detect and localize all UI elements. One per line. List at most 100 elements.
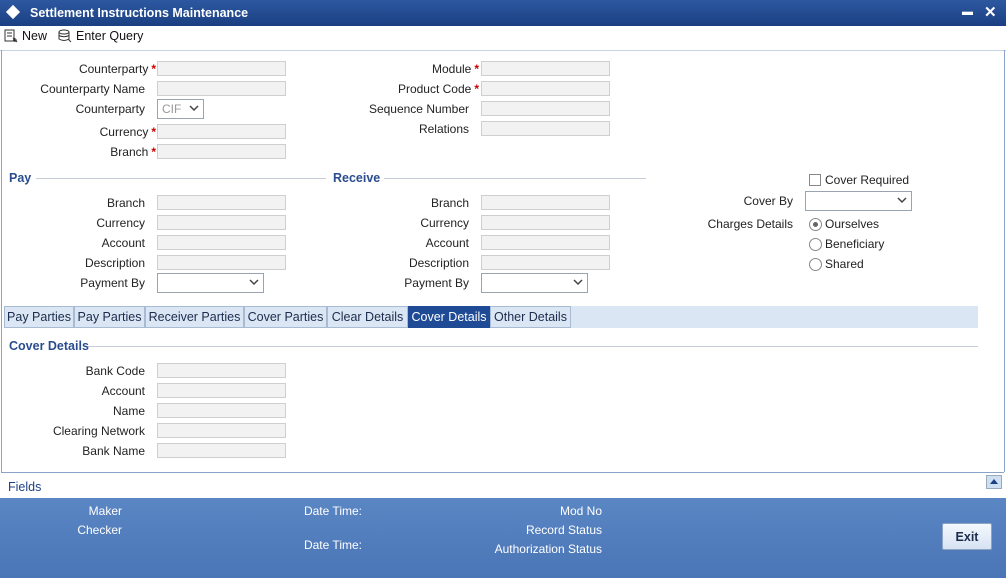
- currency-input[interactable]: [157, 124, 286, 139]
- receive-account-input[interactable]: [481, 235, 610, 250]
- clearing-network-input[interactable]: [157, 423, 286, 438]
- branch-input[interactable]: [157, 144, 286, 159]
- pay-currency-input[interactable]: [157, 215, 286, 230]
- relations-label: Relations: [418, 122, 469, 136]
- counterparty-type-label: Counterparty: [75, 102, 145, 116]
- app-diamond-icon: [5, 4, 21, 20]
- checker-date-time-label: Date Time:: [303, 538, 362, 552]
- bank-code-input[interactable]: [157, 363, 286, 378]
- charges-ourselves-label: Ourselves: [825, 217, 880, 231]
- close-button[interactable]: ✕: [984, 3, 997, 21]
- pay-description-input[interactable]: [157, 255, 286, 270]
- chevron-down-icon: [249, 279, 259, 286]
- pay-account-label: Account: [101, 236, 145, 250]
- fields-link[interactable]: Fields: [8, 480, 41, 494]
- receive-divider: [384, 178, 646, 179]
- title-bar: Settlement Instructions Maintenance ▬ ✕: [0, 0, 1006, 26]
- arrow-up-icon: [990, 479, 998, 484]
- counterparty-label: Counterparty *: [78, 62, 156, 76]
- receive-payment-by-label: Payment By: [404, 276, 469, 290]
- branch-label: Branch *: [110, 145, 156, 159]
- pay-branch-input[interactable]: [157, 195, 286, 210]
- query-icon: [58, 29, 72, 43]
- enter-query-button[interactable]: Enter Query: [58, 29, 143, 43]
- chevron-down-icon: [573, 279, 583, 286]
- pay-payment-by-label: Payment By: [80, 276, 145, 290]
- relations-input[interactable]: [481, 121, 610, 136]
- counterparty-name-input[interactable]: [157, 81, 286, 96]
- bank-name-label: Bank Name: [82, 444, 145, 458]
- mod-no-label: Mod No: [559, 504, 602, 518]
- cover-required-label: Cover Required: [825, 173, 910, 187]
- product-code-input[interactable]: [481, 81, 610, 96]
- counterparty-input[interactable]: [157, 61, 286, 76]
- receive-account-label: Account: [425, 236, 469, 250]
- receive-payment-by-select[interactable]: [481, 273, 588, 293]
- new-label: New: [22, 29, 48, 43]
- tab-other-details[interactable]: Other Details: [490, 306, 571, 328]
- chevron-down-icon: [189, 105, 199, 112]
- exit-button[interactable]: Exit: [942, 523, 992, 550]
- cover-details-divider: [88, 346, 978, 347]
- record-status-label: Record Status: [525, 523, 602, 537]
- charges-beneficiary-label: Beneficiary: [825, 237, 885, 251]
- pay-branch-label: Branch: [106, 196, 145, 210]
- receive-currency-label: Currency: [420, 216, 469, 230]
- receive-description-input[interactable]: [481, 255, 610, 270]
- receive-branch-input[interactable]: [481, 195, 610, 210]
- cover-by-label: Cover By: [743, 194, 793, 208]
- pay-description-label: Description: [84, 256, 145, 270]
- pay-currency-label: Currency: [96, 216, 145, 230]
- cover-account-label: Account: [101, 384, 145, 398]
- checker-label: Checker: [77, 523, 122, 537]
- fields-bar: Fields: [1, 472, 1004, 499]
- charges-shared-radio[interactable]: [809, 258, 822, 271]
- counterparty-type-select[interactable]: CIF: [157, 99, 204, 119]
- enter-query-label: Enter Query: [76, 29, 144, 43]
- tab-pay-parties[interactable]: Pay Parties: [4, 306, 74, 328]
- authorization-status-label: Authorization Status: [494, 542, 602, 556]
- detail-tabs: Pay Parties Pay Parties Receiver Parties…: [4, 306, 978, 328]
- currency-label: Currency *: [99, 125, 156, 139]
- product-code-label: Product Code *: [397, 82, 479, 96]
- counterparty-type-value: CIF: [162, 102, 182, 116]
- scroll-up-button[interactable]: [986, 475, 1002, 489]
- charges-shared-label: Shared: [825, 257, 864, 271]
- charges-ourselves-radio[interactable]: [809, 218, 822, 231]
- cover-by-select[interactable]: [805, 191, 912, 211]
- receive-description-label: Description: [408, 256, 469, 270]
- charges-details-label: Charges Details: [707, 217, 793, 231]
- cover-details-title: Cover Details: [9, 339, 89, 353]
- maker-date-time-label: Date Time:: [303, 504, 362, 518]
- toolbar: New Enter Query: [0, 26, 1006, 51]
- tab-pay-parties-2[interactable]: Pay Parties: [74, 306, 145, 328]
- clearing-network-label: Clearing Network: [52, 424, 145, 438]
- tab-cover-details[interactable]: Cover Details: [408, 306, 490, 328]
- bank-code-label: Bank Code: [85, 364, 145, 378]
- counterparty-name-label: Counterparty Name: [40, 82, 145, 96]
- minimize-button[interactable]: ▬: [962, 6, 973, 18]
- charges-beneficiary-radio[interactable]: [809, 238, 822, 251]
- cover-name-label: Name: [112, 404, 145, 418]
- maker-label: Maker: [88, 504, 122, 518]
- tab-receiver-parties[interactable]: Receiver Parties: [145, 306, 244, 328]
- pay-account-input[interactable]: [157, 235, 286, 250]
- pay-payment-by-select[interactable]: [157, 273, 264, 293]
- module-label: Module *: [431, 62, 479, 76]
- new-button[interactable]: New: [4, 29, 47, 43]
- new-document-icon: [4, 29, 18, 43]
- sequence-number-input[interactable]: [481, 101, 610, 116]
- receive-section-title: Receive: [333, 171, 381, 185]
- tab-clear-details[interactable]: Clear Details: [327, 306, 408, 328]
- window-title: Settlement Instructions Maintenance: [30, 6, 249, 20]
- receive-currency-input[interactable]: [481, 215, 610, 230]
- chevron-down-icon: [897, 197, 907, 204]
- pay-divider: [36, 178, 326, 179]
- cover-account-input[interactable]: [157, 383, 286, 398]
- cover-name-input[interactable]: [157, 403, 286, 418]
- receive-branch-label: Branch: [430, 196, 469, 210]
- module-input[interactable]: [481, 61, 610, 76]
- tab-cover-parties[interactable]: Cover Parties: [244, 306, 327, 328]
- bank-name-input[interactable]: [157, 443, 286, 458]
- cover-required-checkbox[interactable]: [809, 174, 821, 186]
